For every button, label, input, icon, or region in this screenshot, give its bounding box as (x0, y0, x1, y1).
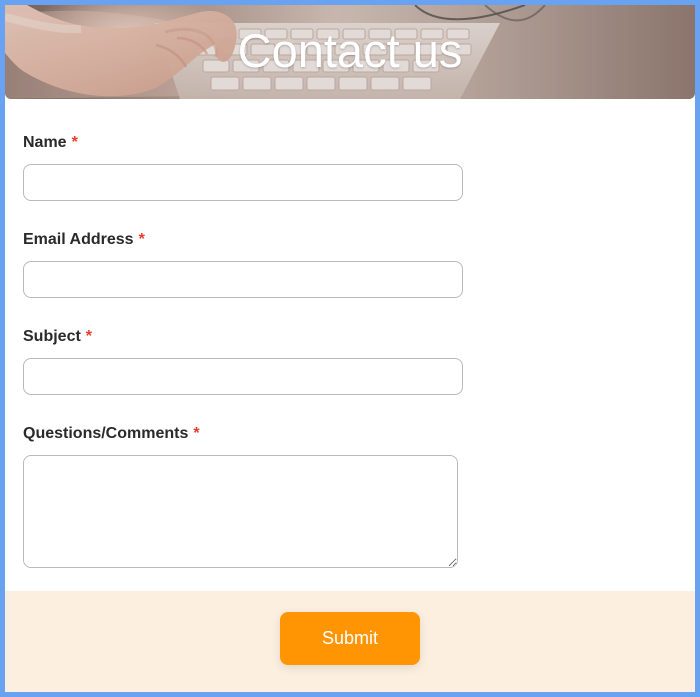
header-banner: Contact us (5, 5, 695, 99)
form-footer: Submit (5, 591, 695, 692)
required-indicator: * (138, 231, 145, 248)
contact-form-window: Contact us Name * Email Address * Subjec… (0, 0, 700, 697)
required-indicator: * (85, 328, 93, 345)
email-field-group: Email Address * (23, 230, 483, 298)
page-title: Contact us (237, 24, 463, 77)
comments-field-group: Questions/Comments * (23, 424, 483, 568)
comments-label-text: Questions/Comments (23, 425, 189, 442)
email-label-text: Email Address (23, 231, 134, 248)
subject-label: Subject * (23, 327, 483, 347)
required-indicator: * (71, 134, 78, 151)
submit-button[interactable]: Submit (280, 612, 420, 665)
email-label: Email Address * (23, 230, 483, 250)
subject-label-text: Subject (23, 328, 81, 345)
subject-input[interactable] (23, 358, 463, 395)
name-label: Name * (23, 133, 483, 153)
name-field-group: Name * (23, 133, 483, 201)
subject-field-group: Subject * (23, 327, 483, 395)
comments-textarea[interactable] (23, 455, 458, 568)
name-input[interactable] (23, 164, 463, 201)
comments-label: Questions/Comments * (23, 424, 483, 444)
name-label-text: Name (23, 134, 67, 151)
required-indicator: * (193, 425, 200, 442)
email-input[interactable] (23, 261, 463, 298)
